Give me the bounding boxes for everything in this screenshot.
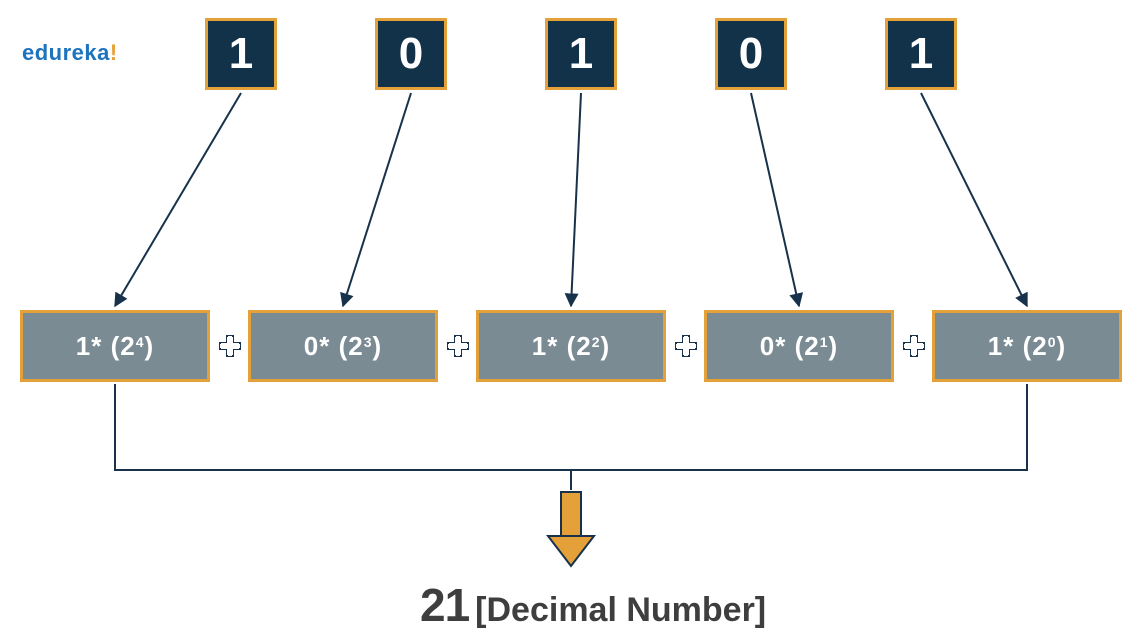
term-close-paren: )	[1057, 331, 1067, 362]
term-multiply-base: * (2	[547, 331, 591, 362]
brand-name: edureka	[22, 40, 110, 65]
term-exponent: 1	[820, 334, 829, 350]
term-multiply-base: * (2	[775, 331, 819, 362]
brand-excl: !	[110, 40, 118, 65]
term-close-paren: )	[601, 331, 611, 362]
expression-term-box: 1 * (20)	[932, 310, 1122, 382]
term-exponent: 4	[136, 334, 145, 350]
term-multiply-base: * (2	[1003, 331, 1047, 362]
binary-digit-box: 0	[715, 18, 787, 90]
term-coefficient: 1	[76, 331, 91, 362]
plus-icon	[674, 334, 698, 358]
term-coefficient: 1	[532, 331, 547, 362]
term-exponent: 3	[364, 334, 373, 350]
term-coefficient: 0	[304, 331, 319, 362]
term-close-paren: )	[373, 331, 383, 362]
result-value: 21	[420, 578, 469, 632]
expression-term-box: 1 * (24)	[20, 310, 210, 382]
expression-term-box: 0 * (23)	[248, 310, 438, 382]
term-coefficient: 1	[988, 331, 1003, 362]
term-coefficient: 0	[760, 331, 775, 362]
result-label: [Decimal Number]	[475, 591, 766, 630]
binary-digit-box: 1	[545, 18, 617, 90]
expression-term-box: 1 * (22)	[476, 310, 666, 382]
result-arrow-icon	[548, 492, 594, 566]
binary-digit-value: 0	[399, 29, 423, 79]
binary-digit-value: 1	[229, 29, 253, 79]
term-close-paren: )	[829, 331, 839, 362]
term-exponent: 2	[592, 334, 601, 350]
term-close-paren: )	[145, 331, 155, 362]
brand-logo: edureka!	[22, 40, 118, 66]
result-line: 21 [Decimal Number]	[420, 578, 766, 632]
term-multiply-base: * (2	[91, 331, 135, 362]
binary-digit-box: 1	[205, 18, 277, 90]
plus-icon	[218, 334, 242, 358]
binary-digit-box: 0	[375, 18, 447, 90]
binary-digit-value: 1	[569, 29, 593, 79]
plus-icon	[446, 334, 470, 358]
term-multiply-base: * (2	[319, 331, 363, 362]
term-exponent: 0	[1048, 334, 1057, 350]
binary-digit-value: 1	[909, 29, 933, 79]
expression-term-box: 0 * (21)	[704, 310, 894, 382]
binary-digit-value: 0	[739, 29, 763, 79]
plus-icon	[902, 334, 926, 358]
binary-digit-box: 1	[885, 18, 957, 90]
